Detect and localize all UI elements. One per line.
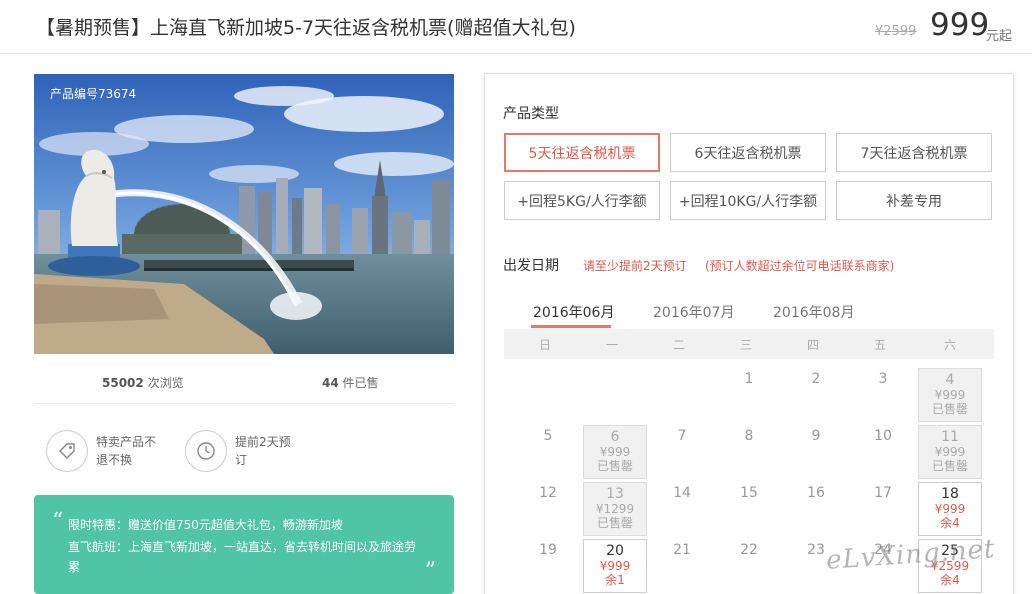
weekday-wed: 三 <box>739 338 752 352</box>
cell-day: 4 <box>945 372 955 388</box>
cell-status: 已售罄 <box>931 402 968 416</box>
close-quote-icon: ” <box>424 559 436 584</box>
promo-line-1: 限时特惠：赠送价值750元超值大礼包，畅游新加坡 <box>68 518 343 532</box>
calendar-day[interactable]: 1 <box>717 371 781 387</box>
calendar-day[interactable]: 12 <box>516 485 580 501</box>
cell-price: ¥999 <box>934 388 966 402</box>
stats-row: 55002 次浏览 44 件已售 <box>34 358 454 404</box>
tab-month-jun[interactable]: 2016年06月 <box>533 302 614 322</box>
cell-day: 18 <box>941 486 959 502</box>
cell-remaining: 余4 <box>940 516 960 530</box>
advance-booking-note: 请至少提前2天预订 <box>583 259 687 273</box>
sold-count-number: 44 <box>322 376 339 390</box>
cell-price: ¥999 <box>934 502 966 516</box>
calendar-day[interactable]: 22 <box>717 542 781 558</box>
cell-day: 6 <box>610 429 620 445</box>
feature-advance-booking-text: 提前2天预订 <box>235 435 291 467</box>
feature-no-refund: 特卖产品不退不换 <box>46 430 162 472</box>
weekday-sun: 日 <box>538 338 551 352</box>
weekday-tue: 二 <box>672 338 685 352</box>
weekday-sat: 六 <box>943 338 956 352</box>
weekday-mon: 一 <box>605 338 618 352</box>
sold-count-label: 件已售 <box>338 376 379 390</box>
cell-status: 已售罄 <box>596 459 633 473</box>
option-baggage-10kg[interactable]: +回程10KG/人行李额 <box>670 181 826 220</box>
calendar-day[interactable]: 9 <box>784 428 848 444</box>
current-price: 999 <box>930 7 990 43</box>
weekday-header: 日 一 二 三 四 五 六 <box>504 329 994 359</box>
option-7-day[interactable]: 7天往返含税机票 <box>836 133 992 172</box>
cell-price: ¥1299 <box>595 502 635 516</box>
calendar-cell-soldout[interactable]: 13 ¥1299 已售罄 <box>583 482 647 536</box>
cell-price: ¥999 <box>599 559 631 573</box>
view-count-number: 55002 <box>102 376 144 390</box>
calendar-day[interactable]: 16 <box>784 485 848 501</box>
cell-day: 20 <box>606 543 624 559</box>
calendar-cell-soldout[interactable]: 11 ¥999 已售罄 <box>918 425 982 479</box>
product-photo[interactable]: 产品编号73674 <box>34 74 454 354</box>
calendar-day[interactable]: 15 <box>717 485 781 501</box>
cell-status: 已售罄 <box>596 516 633 530</box>
feature-advance-booking: 提前2天预订 <box>185 430 301 472</box>
product-type-label: 产品类型 <box>503 106 559 122</box>
option-5-day[interactable]: 5天往返含税机票 <box>504 133 660 172</box>
calendar-cell-available[interactable]: 20 ¥999 余1 <box>583 539 647 593</box>
calendar-day[interactable]: 21 <box>650 542 714 558</box>
calendar-day[interactable]: 7 <box>650 428 714 444</box>
calendar-cell-available[interactable]: 18 ¥999 余4 <box>918 482 982 536</box>
cell-price: ¥999 <box>599 445 631 459</box>
product-title: 【暑期预售】上海直飞新加坡5-7天往返含税机票(赠超值大礼包) <box>36 17 576 39</box>
calendar-day[interactable]: 19 <box>516 542 580 558</box>
cell-price: ¥999 <box>934 445 966 459</box>
calendar-cell-soldout[interactable]: 4 ¥999 已售罄 <box>918 368 982 422</box>
view-count: 55002 次浏览 <box>102 374 184 391</box>
calendar-day[interactable]: 10 <box>851 428 915 444</box>
calendar-day[interactable]: 5 <box>516 428 580 444</box>
open-quote-icon: “ <box>52 509 64 534</box>
promo-line-2: 直飞航班：上海直飞新加坡，一站直达，省去转机时间以及旅途劳 <box>68 540 417 554</box>
weekday-thu: 四 <box>806 338 819 352</box>
option-6-day[interactable]: 6天往返含税机票 <box>670 133 826 172</box>
product-code: 产品编号73674 <box>50 87 137 101</box>
price-unit: 元起 <box>986 29 1013 44</box>
sold-count: 44 件已售 <box>322 374 379 391</box>
title-bar: 【暑期预售】上海直飞新加坡5-7天往返含税机票(赠超值大礼包) ¥2599 99… <box>0 0 1032 54</box>
departure-label: 出发日期 <box>503 258 559 274</box>
original-price: ¥2599 <box>875 24 917 39</box>
contact-merchant-note: (预订人数超过余位可电话联系商家) <box>705 259 895 273</box>
calendar-day[interactable]: 8 <box>717 428 781 444</box>
cell-status: 已售罄 <box>931 459 968 473</box>
tab-month-jul[interactable]: 2016年07月 <box>653 302 734 322</box>
active-month-indicator <box>531 325 611 328</box>
cell-remaining: 余1 <box>605 573 625 587</box>
calendar-day[interactable]: 17 <box>851 485 915 501</box>
tag-icon <box>46 430 88 472</box>
promo-box: “ 限时特惠：赠送价值750元超值大礼包，畅游新加坡 直飞航班：上海直飞新加坡，… <box>34 495 454 594</box>
calendar-cell-soldout[interactable]: 6 ¥999 已售罄 <box>583 425 647 479</box>
view-count-label: 次浏览 <box>143 376 184 390</box>
cell-day: 13 <box>606 486 624 502</box>
calendar-day[interactable]: 2 <box>784 371 848 387</box>
weekday-fri: 五 <box>873 338 886 352</box>
merlion-skyline-illustration <box>34 74 454 354</box>
calendar-day[interactable]: 3 <box>851 371 915 387</box>
option-price-difference[interactable]: 补差专用 <box>836 181 992 220</box>
calendar-day[interactable]: 14 <box>650 485 714 501</box>
option-baggage-5kg[interactable]: +回程5KG/人行李额 <box>504 181 660 220</box>
cell-day: 11 <box>941 429 959 445</box>
cell-remaining: 余4 <box>940 573 960 587</box>
feature-no-refund-text: 特卖产品不退不换 <box>96 435 157 467</box>
tab-month-aug[interactable]: 2016年08月 <box>773 302 854 322</box>
clock-icon <box>185 430 227 472</box>
promo-line-3: 累 <box>68 560 81 574</box>
